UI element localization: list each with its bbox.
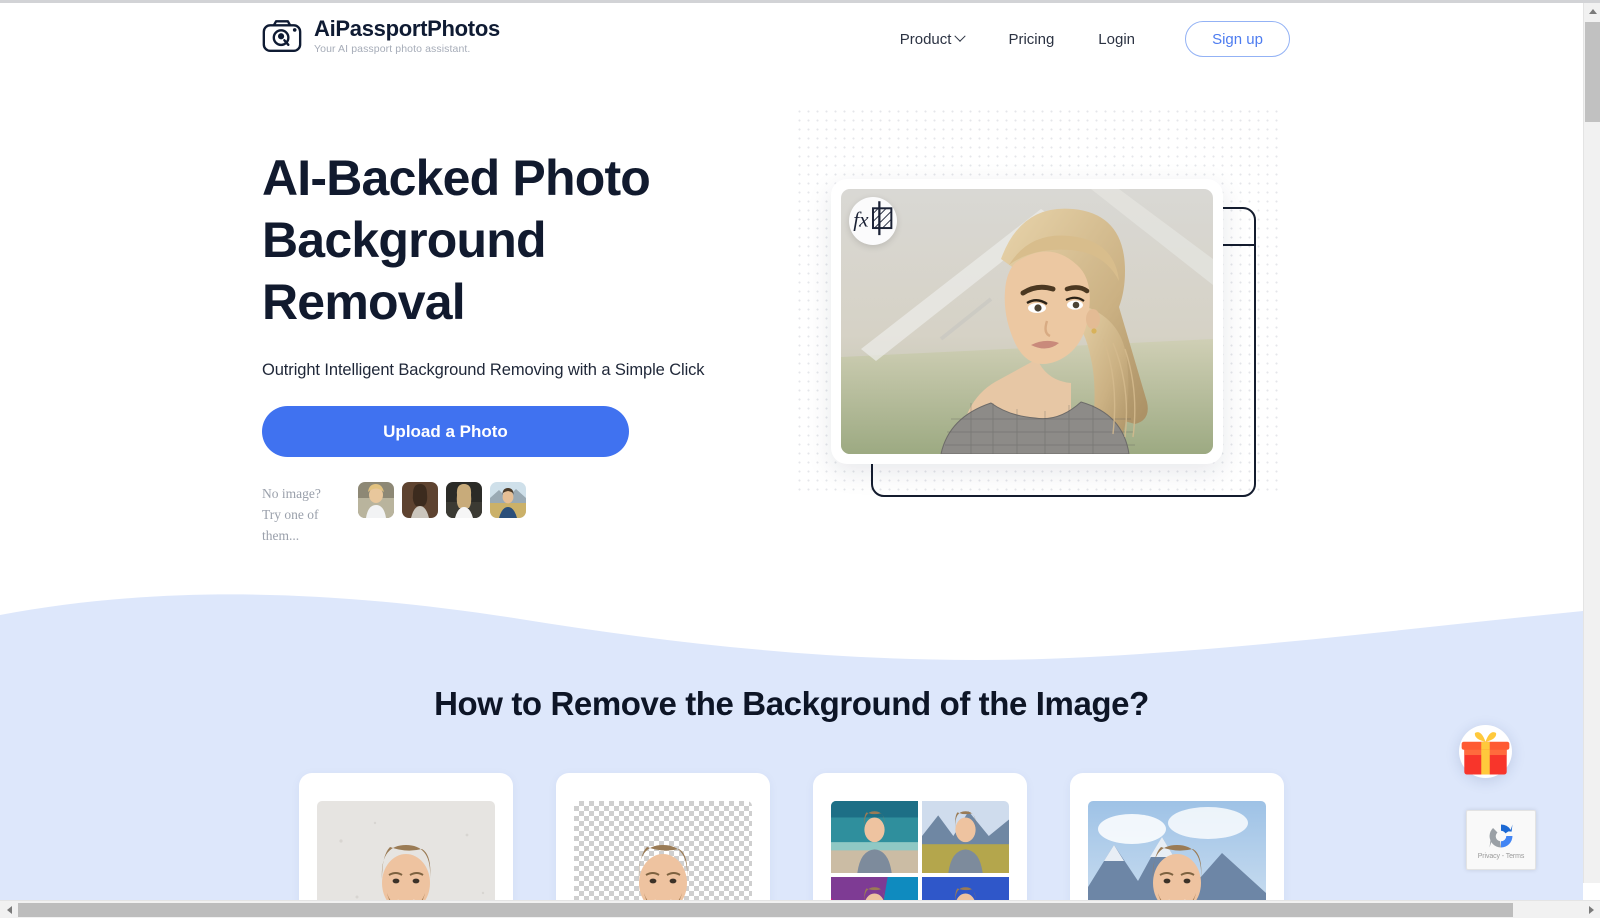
hero-title: AI-Backed Photo Background Removal: [262, 147, 822, 333]
background-option-mountain[interactable]: [922, 801, 1009, 873]
vertical-scrollbar-thumb[interactable]: [1585, 22, 1600, 122]
howto-title: How to Remove the Background of the Imag…: [434, 685, 1149, 722]
howto-section: How to Remove the Background of the Imag…: [0, 623, 1583, 900]
horizontal-scrollbar-thumb[interactable]: [18, 903, 1513, 917]
scroll-right-arrow-icon[interactable]: [1582, 901, 1600, 918]
site-header: AiPassportPhotos Your AI passport photo …: [0, 3, 1583, 77]
hero-title-line-1: AI-Backed Photo: [262, 150, 651, 206]
gift-icon[interactable]: [1459, 725, 1512, 778]
scroll-up-arrow-icon[interactable]: [1584, 3, 1600, 20]
sample-thumbnail-2[interactable]: [402, 482, 438, 518]
hero-subtitle: Outright Intelligent Background Removing…: [262, 361, 705, 379]
howto-card-row: [0, 773, 1583, 900]
background-options-grid: [831, 801, 1009, 900]
background-option-blue[interactable]: [922, 877, 1009, 900]
original-portrait-image: [317, 801, 495, 900]
recaptcha-legal-text[interactable]: Privacy - Terms: [1478, 853, 1525, 860]
card-background-options[interactable]: [813, 773, 1027, 900]
recaptcha-badge[interactable]: Privacy - Terms: [1466, 810, 1536, 870]
scroll-left-arrow-icon[interactable]: [0, 901, 18, 918]
sample-images-label-line-2: Try one of them...: [262, 506, 319, 543]
nav-item-pricing[interactable]: Pricing: [986, 21, 1076, 57]
hero-title-line-2: Background: [262, 212, 547, 268]
sample-images-label-line-1: No image?: [262, 486, 321, 501]
checkerboard-portrait-image: [574, 801, 752, 900]
vertical-scrollbar[interactable]: [1583, 3, 1600, 883]
nav-item-pricing-label: Pricing: [1008, 30, 1055, 48]
browser-viewport: AiPassportPhotos Your AI passport photo …: [0, 0, 1600, 918]
camera-icon: [262, 19, 302, 53]
card-final-result[interactable]: [1070, 773, 1284, 900]
hero-title-line-3: Removal: [262, 274, 466, 330]
horizontal-scrollbar[interactable]: [0, 900, 1600, 918]
nav-item-product[interactable]: Product: [878, 21, 987, 57]
recaptcha-icon: [1489, 824, 1513, 847]
sample-thumbnail-1[interactable]: [358, 482, 394, 518]
sample-images-row: No image? Try one of them...: [262, 482, 822, 547]
sample-images-label: No image? Try one of them...: [262, 482, 358, 547]
nav-item-login-label: Login: [1098, 30, 1135, 48]
nav-item-login[interactable]: Login: [1076, 21, 1157, 57]
sample-thumbnail-3[interactable]: [446, 482, 482, 518]
hero-photo-card: fx: [831, 179, 1223, 464]
brand-logo[interactable]: AiPassportPhotos Your AI passport photo …: [262, 18, 500, 55]
hero-visual: fx: [795, 107, 1290, 507]
fx-background-removal-icon[interactable]: fx: [849, 197, 897, 245]
hero-section: AI-Backed Photo Background Removal Outri…: [0, 77, 1583, 577]
page-content: AiPassportPhotos Your AI passport photo …: [0, 3, 1583, 900]
mountain-portrait-image: [1088, 801, 1266, 900]
main-navigation: Product Pricing Login Sign up: [878, 21, 1290, 57]
card-transparent-background[interactable]: [556, 773, 770, 900]
svg-text:fx: fx: [853, 208, 869, 232]
background-option-magenta[interactable]: [831, 877, 918, 900]
chevron-down-icon: [954, 30, 967, 42]
card-original-photo[interactable]: [299, 773, 513, 900]
hero-copy: AI-Backed Photo Background Removal Outri…: [262, 147, 822, 547]
nav-item-product-label: Product: [899, 30, 952, 48]
brand-name: AiPassportPhotos: [314, 16, 500, 41]
background-option-beach[interactable]: [831, 801, 918, 873]
upload-photo-button[interactable]: Upload a Photo: [262, 406, 629, 457]
sample-thumbnail-4[interactable]: [490, 482, 526, 518]
signup-button[interactable]: Sign up: [1185, 21, 1290, 57]
brand-tagline: Your AI passport photo assistant.: [314, 43, 471, 55]
browser-top-edge: [0, 0, 1600, 3]
